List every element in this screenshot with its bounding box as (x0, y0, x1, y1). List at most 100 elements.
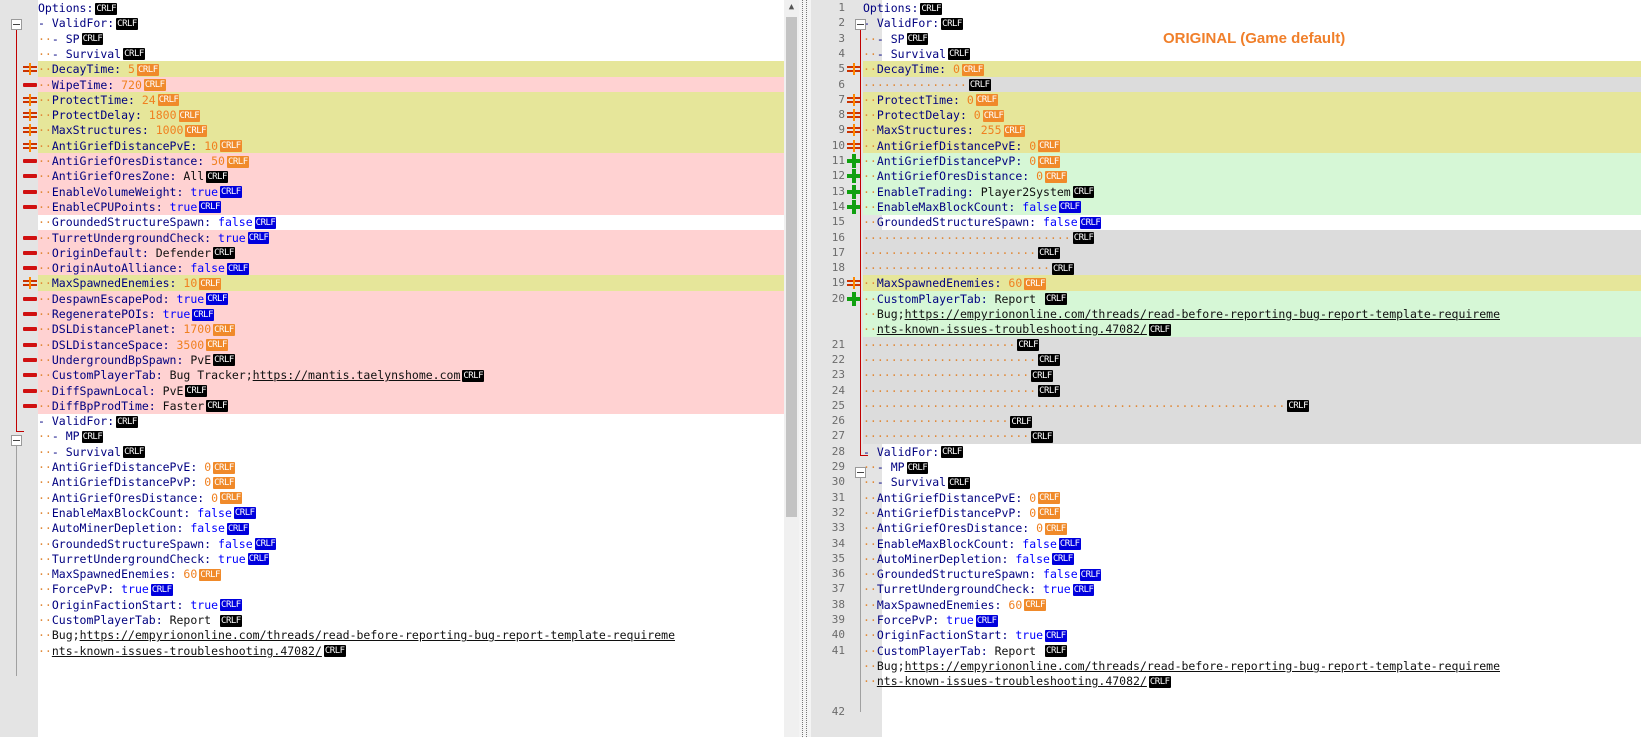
scroll-thumb[interactable] (786, 17, 797, 517)
code-line[interactable]: ··DSLDistancePlanet: 1700 CRLF (23, 321, 799, 338)
left-vertical-scrollbar[interactable]: ▲ (784, 0, 799, 737)
code-line[interactable]: 10 ··AntiGriefDistancePvE: 0 CRLF (832, 137, 1641, 154)
code-line[interactable]: ··AntiGriefOresDistance: 0 CRLF (38, 490, 799, 506)
code-line[interactable]: ··WipeTime: 720 CRLF (23, 76, 799, 93)
code-line[interactable]: 6 ··············· CRLF (838, 76, 1641, 93)
code-line[interactable]: 17 ························· CRLF (832, 244, 1641, 261)
code-line[interactable]: ··Bug;https://empyriononline.com/threads… (863, 306, 1641, 322)
code-line[interactable]: 32 ··AntiGriefDistancePvP: 0 CRLF (832, 505, 1641, 521)
code-line[interactable]: 14 ··EnableMaxBlockCount: false CRLF (832, 198, 1641, 215)
code-line[interactable]: ··nts-known-issues-troubleshooting.47082… (38, 643, 799, 659)
code-line[interactable]: ··Bug;https://empyriononline.com/threads… (863, 658, 1641, 674)
code-line[interactable]: ··Bug;https://empyriononline.com/threads… (38, 627, 799, 643)
code-line[interactable]: 8 ··ProtectDelay: 0 CRLF (838, 107, 1641, 124)
code-line[interactable]: ··ProtectTime: 24 CRLF (23, 91, 799, 108)
code-line[interactable]: 16 ······························ CRLF (832, 229, 1641, 246)
code-line[interactable]: ··OriginFactionStart: true CRLF (38, 597, 799, 613)
code-line[interactable]: 33 ··AntiGriefOresDistance: 0 CRLF (832, 520, 1641, 536)
code-line[interactable]: ··OriginDefault: Defender CRLF (23, 244, 799, 261)
code-line[interactable]: - ValidFor: CRLF (38, 413, 799, 429)
code-line[interactable]: 28 - ValidFor: CRLF (832, 444, 1641, 460)
pane-splitter[interactable] (799, 0, 811, 737)
code-line[interactable]: ··GroundedStructureSpawn: false CRLF (38, 214, 799, 230)
code-line[interactable]: 22 ························· CRLF (832, 351, 1641, 368)
code-line[interactable]: 25 ······································… (832, 397, 1641, 414)
left-diff-pane[interactable]: Options: CRLF - ValidFor: CRLF ··- SP CRLF ··-… (0, 0, 799, 737)
code-line[interactable]: 34 ··EnableMaxBlockCount: false CRLF (832, 536, 1641, 552)
code-line[interactable]: ··MaxSpawnedEnemies: 10 CRLF (23, 275, 799, 292)
url-link[interactable]: nts-known-issues-troubleshooting.47082/ (877, 322, 1147, 336)
code-line[interactable]: ··DecayTime: 5 CRLF (23, 61, 799, 78)
code-line[interactable]: ··DiffBpProdTime: Faster CRLF (23, 397, 799, 414)
code-line[interactable]: ··- SP CRLF (38, 31, 799, 47)
code-line[interactable]: 13 ··EnableTrading: Player2System CRLF (832, 183, 1641, 200)
code-line[interactable]: 27 ························ CRLF (832, 428, 1641, 445)
code-line[interactable]: 20 ··CustomPlayerTab: Report CRLF (832, 290, 1641, 307)
code-line[interactable]: ··MaxSpawnedEnemies: 60 CRLF (38, 566, 799, 582)
code-line[interactable]: ··nts-known-issues-troubleshooting.47082… (863, 321, 1641, 338)
url-link[interactable]: nts-known-issues-troubleshooting.47082/ (52, 644, 322, 658)
code-line[interactable]: ··RegeneratePOIs: true CRLF (23, 306, 799, 322)
right-fold-toggle-1[interactable] (855, 19, 866, 30)
code-line[interactable]: 7 ··ProtectTime: 0 CRLF (838, 91, 1641, 108)
code-line[interactable]: ··AntiGriefDistancePvP: 0 CRLF (38, 474, 799, 490)
code-line[interactable]: ··AntiGriefDistancePvE: 0 CRLF (38, 459, 799, 475)
code-line[interactable]: ··EnableCPUPoints: true CRLF (23, 198, 799, 215)
code-line[interactable] (863, 689, 1641, 705)
code-line[interactable]: 39 ··ForcePvP: true CRLF (832, 612, 1641, 628)
code-line[interactable]: 1 Options: CRLF (838, 0, 1641, 16)
code-line[interactable]: 12 ··AntiGriefOresDistance: 0 CRLF (832, 168, 1641, 185)
code-line[interactable]: 24 ························· CRLF (832, 382, 1641, 399)
code-line[interactable]: 30 ··- Survival CRLF (832, 474, 1641, 490)
code-line[interactable]: 2 - ValidFor: CRLF (838, 15, 1641, 31)
code-line[interactable]: 41 ··CustomPlayerTab: Report CRLF (832, 643, 1641, 659)
code-line[interactable]: ··UndergroundBpSpawn: PvE CRLF (23, 351, 799, 368)
code-line[interactable]: ··TurretUndergroundCheck: true CRLF (38, 551, 799, 567)
code-line[interactable]: 4 ··- Survival CRLF (838, 46, 1641, 62)
code-line[interactable]: 5 ··DecayTime: 0 CRLF (838, 61, 1641, 78)
code-line[interactable]: ··CustomPlayerTab: Report CRLF (38, 612, 799, 628)
scroll-up-arrow-icon[interactable]: ▲ (784, 0, 799, 15)
code-line[interactable]: 21 ······················ CRLF (832, 336, 1641, 353)
code-line[interactable]: ··AutoMinerDepletion: false CRLF (38, 520, 799, 536)
url-link[interactable]: nts-known-issues-troubleshooting.47082/ (877, 674, 1147, 688)
url-link[interactable]: https://empyriononline.com/threads/read-… (905, 307, 1500, 321)
url-link[interactable]: https://empyriononline.com/threads/read-… (80, 628, 675, 642)
code-line[interactable]: 31 ··AntiGriefDistancePvE: 0 CRLF (832, 490, 1641, 506)
code-line[interactable]: ··DiffSpawnLocal: PvE CRLF (23, 382, 799, 399)
code-line[interactable]: ··AntiGriefOresDistance: 50 CRLF (23, 153, 799, 169)
code-line[interactable]: ··DespawnEscapePod: true CRLF (23, 290, 799, 307)
code-line[interactable]: ··ProtectDelay: 1800 CRLF (23, 107, 799, 124)
code-line[interactable]: 29 ··- MP CRLF (832, 459, 1641, 475)
code-line[interactable]: ··- Survival CRLF (38, 46, 799, 62)
code-line[interactable]: ··TurretUndergroundCheck: true CRLF (23, 229, 799, 246)
code-line[interactable]: 11 ··AntiGriefDistancePvP: 0 CRLF (832, 153, 1641, 169)
code-line[interactable]: 38 ··MaxSpawnedEnemies: 60 CRLF (832, 597, 1641, 613)
code-line[interactable]: 40 ··OriginFactionStart: true CRLF (832, 627, 1641, 643)
code-line[interactable]: 35 ··AutoMinerDepletion: false CRLF (832, 551, 1641, 567)
code-line[interactable]: ··DSLDistanceSpace: 3500 CRLF (23, 336, 799, 353)
code-line[interactable]: 18 ··························· CRLF (832, 260, 1641, 277)
code-line[interactable]: 36 ··GroundedStructureSpawn: false CRLF (832, 566, 1641, 582)
code-line[interactable]: ··- MP CRLF (38, 428, 799, 444)
code-line[interactable]: ··CustomPlayerTab: Bug Tracker;https://m… (23, 367, 799, 384)
code-line[interactable]: 26 ····················· CRLF (832, 413, 1641, 430)
code-line[interactable]: 23 ························ CRLF (832, 367, 1641, 384)
code-line[interactable]: ··AntiGriefDistancePvE: 10 CRLF (23, 137, 799, 154)
right-fold-toggle-2[interactable] (855, 467, 866, 478)
right-diff-pane[interactable]: 1 Options: CRLF 2- ValidFor: CRLF 3 ··- SP CRLF… (811, 0, 1641, 737)
code-line[interactable]: ··ForcePvP: true CRLF (38, 581, 799, 597)
code-line[interactable]: ··- Survival CRLF (38, 444, 799, 460)
code-line[interactable]: 19 ··MaxSpawnedEnemies: 60 CRLF (832, 275, 1641, 292)
code-line[interactable]: ··EnableVolumeWeight: true CRLF (23, 183, 799, 200)
code-line[interactable]: ··AntiGriefOresZone: All CRLF (23, 168, 799, 185)
code-line[interactable]: - ValidFor: CRLF (38, 15, 799, 31)
code-line[interactable]: ··EnableMaxBlockCount: false CRLF (38, 505, 799, 521)
code-line[interactable]: ··GroundedStructureSpawn: false CRLF (38, 536, 799, 552)
url-link[interactable]: https://empyriononline.com/threads/read-… (905, 659, 1500, 673)
code-line[interactable]: 15 ··GroundedStructureSpawn: false CRLF (832, 214, 1641, 230)
code-line[interactable]: ··nts-known-issues-troubleshooting.47082… (863, 673, 1641, 689)
code-line[interactable]: 42 (832, 704, 1641, 720)
url-link[interactable]: https://mantis.taelynshome.com (253, 368, 461, 382)
code-line[interactable]: Options: CRLF (38, 0, 799, 16)
